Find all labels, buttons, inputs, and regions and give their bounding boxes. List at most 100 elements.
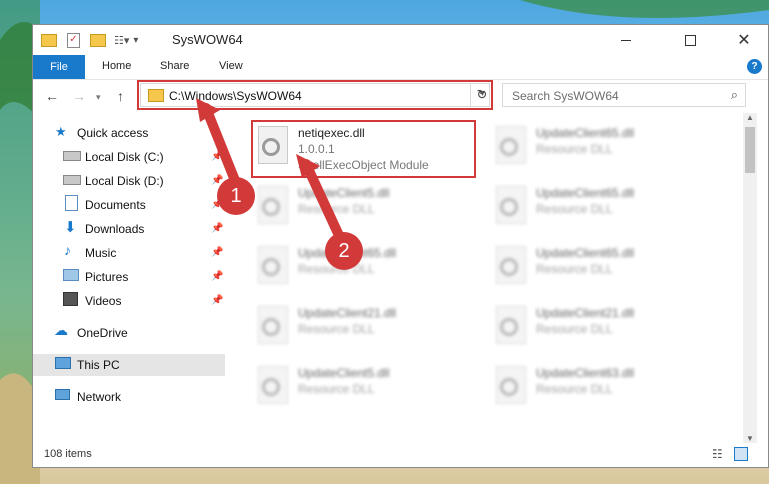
file-tile[interactable]: UpdateClient65.dll Resource DLL bbox=[488, 180, 708, 236]
pin-icon[interactable]: 📌 bbox=[211, 271, 223, 282]
tab-share[interactable]: Share bbox=[160, 60, 189, 72]
view-options-icon[interactable]: ☷▾ bbox=[114, 34, 129, 47]
file-explorer-window: ✓ ☷▾ ▾ SysWOW64 ✕ File Home Share View ?… bbox=[32, 24, 769, 468]
sidebar-item-this-pc[interactable]: This PC bbox=[33, 354, 225, 376]
pictures-icon bbox=[63, 269, 79, 281]
tab-file[interactable]: File bbox=[33, 55, 85, 79]
title-bar: ✓ ☷▾ ▾ SysWOW64 ✕ bbox=[33, 25, 768, 55]
gear-icon bbox=[500, 378, 518, 396]
star-icon: ★ bbox=[55, 124, 67, 139]
sidebar-item-downloads[interactable]: ⬇ Downloads 📌 bbox=[33, 218, 225, 240]
drive-icon bbox=[63, 175, 81, 185]
drive-icon bbox=[63, 151, 81, 161]
tab-home[interactable]: Home bbox=[102, 60, 131, 72]
file-name: UpdateClient21.dll bbox=[536, 306, 635, 320]
large-icons-view-icon[interactable] bbox=[734, 447, 748, 461]
help-icon[interactable]: ? bbox=[747, 59, 762, 74]
file-name: UpdateClient65.dll bbox=[536, 186, 635, 200]
file-version: Resource DLL bbox=[536, 142, 613, 156]
search-input[interactable]: Search SysWOW64 ⌕ bbox=[502, 83, 746, 107]
file-version: Resource DLL bbox=[298, 322, 375, 336]
maximize-icon bbox=[684, 34, 696, 46]
gear-icon bbox=[262, 378, 280, 396]
scroll-down-icon[interactable]: ▼ bbox=[746, 434, 754, 443]
navigation-bar: ← → ▾ ↑ C:\Windows\SysWOW64 ▾ ↻ Search S… bbox=[33, 80, 768, 112]
item-count: 108 items bbox=[44, 448, 92, 460]
vertical-scrollbar[interactable]: ▲ ▼ bbox=[743, 113, 757, 443]
quick-access-toolbar: ✓ ☷▾ ▾ bbox=[41, 31, 138, 49]
tab-view[interactable]: View bbox=[219, 60, 243, 72]
maximize-button[interactable] bbox=[667, 25, 713, 55]
sidebar-item-label: Local Disk (D:) bbox=[85, 174, 164, 188]
up-arrow-icon[interactable]: ↑ bbox=[117, 88, 124, 104]
sidebar-item-music[interactable]: ♪ Music 📌 bbox=[33, 242, 225, 264]
new-folder-icon[interactable] bbox=[90, 33, 106, 47]
sidebar-item-videos[interactable]: Videos 📌 bbox=[33, 290, 225, 312]
close-button[interactable]: ✕ bbox=[721, 25, 767, 55]
gear-icon bbox=[262, 318, 280, 336]
file-tile[interactable]: UpdateClient21.dll Resource DLL bbox=[250, 300, 470, 356]
file-tile[interactable]: UpdateClient65.dll Resource DLL bbox=[488, 240, 708, 296]
documents-icon bbox=[65, 195, 78, 211]
scroll-up-icon[interactable]: ▲ bbox=[746, 113, 754, 122]
file-version: Resource DLL bbox=[536, 262, 613, 276]
file-version: Resource DLL bbox=[536, 202, 613, 216]
computer-icon bbox=[55, 357, 71, 369]
search-placeholder: Search SysWOW64 bbox=[512, 89, 619, 103]
file-name: UpdateClient65.dll bbox=[536, 126, 635, 140]
file-version: Resource DLL bbox=[536, 322, 613, 336]
sidebar-item-label: Quick access bbox=[77, 126, 149, 140]
minimize-icon bbox=[621, 39, 631, 41]
sidebar-item-label: Downloads bbox=[85, 222, 145, 236]
sidebar-item-label: Local Disk (C:) bbox=[85, 150, 164, 164]
sidebar-item-label: OneDrive bbox=[77, 326, 128, 340]
downloads-icon: ⬇ bbox=[64, 219, 77, 236]
sidebar-item-network[interactable]: Network bbox=[33, 386, 225, 408]
file-tile[interactable]: UpdateClient63.dll Resource DLL bbox=[488, 360, 708, 416]
step-badge-1: 1 bbox=[217, 177, 255, 215]
folder-icon[interactable] bbox=[41, 33, 57, 47]
sidebar-item-label: Music bbox=[85, 246, 117, 260]
file-name: UpdateClient5.dll bbox=[298, 366, 390, 380]
pin-icon[interactable]: 📌 bbox=[211, 247, 223, 258]
file-version: Resource DLL bbox=[298, 382, 375, 396]
recent-locations-icon[interactable]: ▾ bbox=[96, 92, 101, 103]
file-name: UpdateClient65.dll bbox=[536, 246, 635, 260]
window-title: SysWOW64 bbox=[172, 32, 243, 47]
properties-icon[interactable]: ✓ bbox=[67, 32, 80, 48]
sidebar-item-label: Videos bbox=[85, 294, 122, 308]
step-badge-2: 2 bbox=[325, 232, 363, 270]
file-tile[interactable]: UpdateClient21.dll Resource DLL bbox=[488, 300, 708, 356]
music-icon: ♪ bbox=[64, 242, 71, 258]
cloud-icon: ☁ bbox=[54, 322, 68, 338]
sidebar-item-pictures[interactable]: Pictures 📌 bbox=[33, 266, 225, 288]
customize-toolbar-icon[interactable]: ▾ bbox=[133, 35, 138, 46]
sidebar-item-onedrive[interactable]: ☁ OneDrive bbox=[33, 322, 225, 344]
file-name: UpdateClient21.dll bbox=[298, 306, 397, 320]
gear-icon bbox=[262, 258, 280, 276]
sidebar-item-label: This PC bbox=[77, 358, 120, 372]
gear-icon bbox=[500, 258, 518, 276]
videos-icon bbox=[63, 292, 78, 306]
status-bar: 108 items ☷ bbox=[33, 443, 768, 467]
scrollbar-thumb[interactable] bbox=[745, 127, 755, 173]
back-arrow-icon[interactable]: ← bbox=[45, 88, 59, 104]
sidebar-item-label: Pictures bbox=[85, 270, 129, 284]
minimize-button[interactable] bbox=[603, 25, 649, 55]
forward-arrow-icon[interactable]: → bbox=[72, 88, 86, 104]
network-icon bbox=[55, 389, 70, 400]
pin-icon[interactable]: 📌 bbox=[211, 223, 223, 234]
search-icon: ⌕ bbox=[730, 87, 738, 102]
pin-icon[interactable]: 📌 bbox=[211, 295, 223, 306]
sidebar-item-label: Documents bbox=[85, 198, 146, 212]
details-view-icon[interactable]: ☷ bbox=[712, 447, 723, 461]
file-name: UpdateClient63.dll bbox=[536, 366, 635, 380]
close-icon: ✕ bbox=[737, 32, 751, 49]
gear-icon bbox=[500, 138, 518, 156]
gear-icon bbox=[500, 198, 518, 216]
sidebar-item-label: Network bbox=[77, 390, 122, 404]
ribbon-tabs: File Home Share View ? bbox=[33, 55, 768, 80]
file-tile[interactable]: UpdateClient5.dll Resource DLL bbox=[250, 360, 470, 416]
file-tile[interactable]: UpdateClient65.dll Resource DLL bbox=[488, 120, 708, 176]
file-version: Resource DLL bbox=[536, 382, 613, 396]
